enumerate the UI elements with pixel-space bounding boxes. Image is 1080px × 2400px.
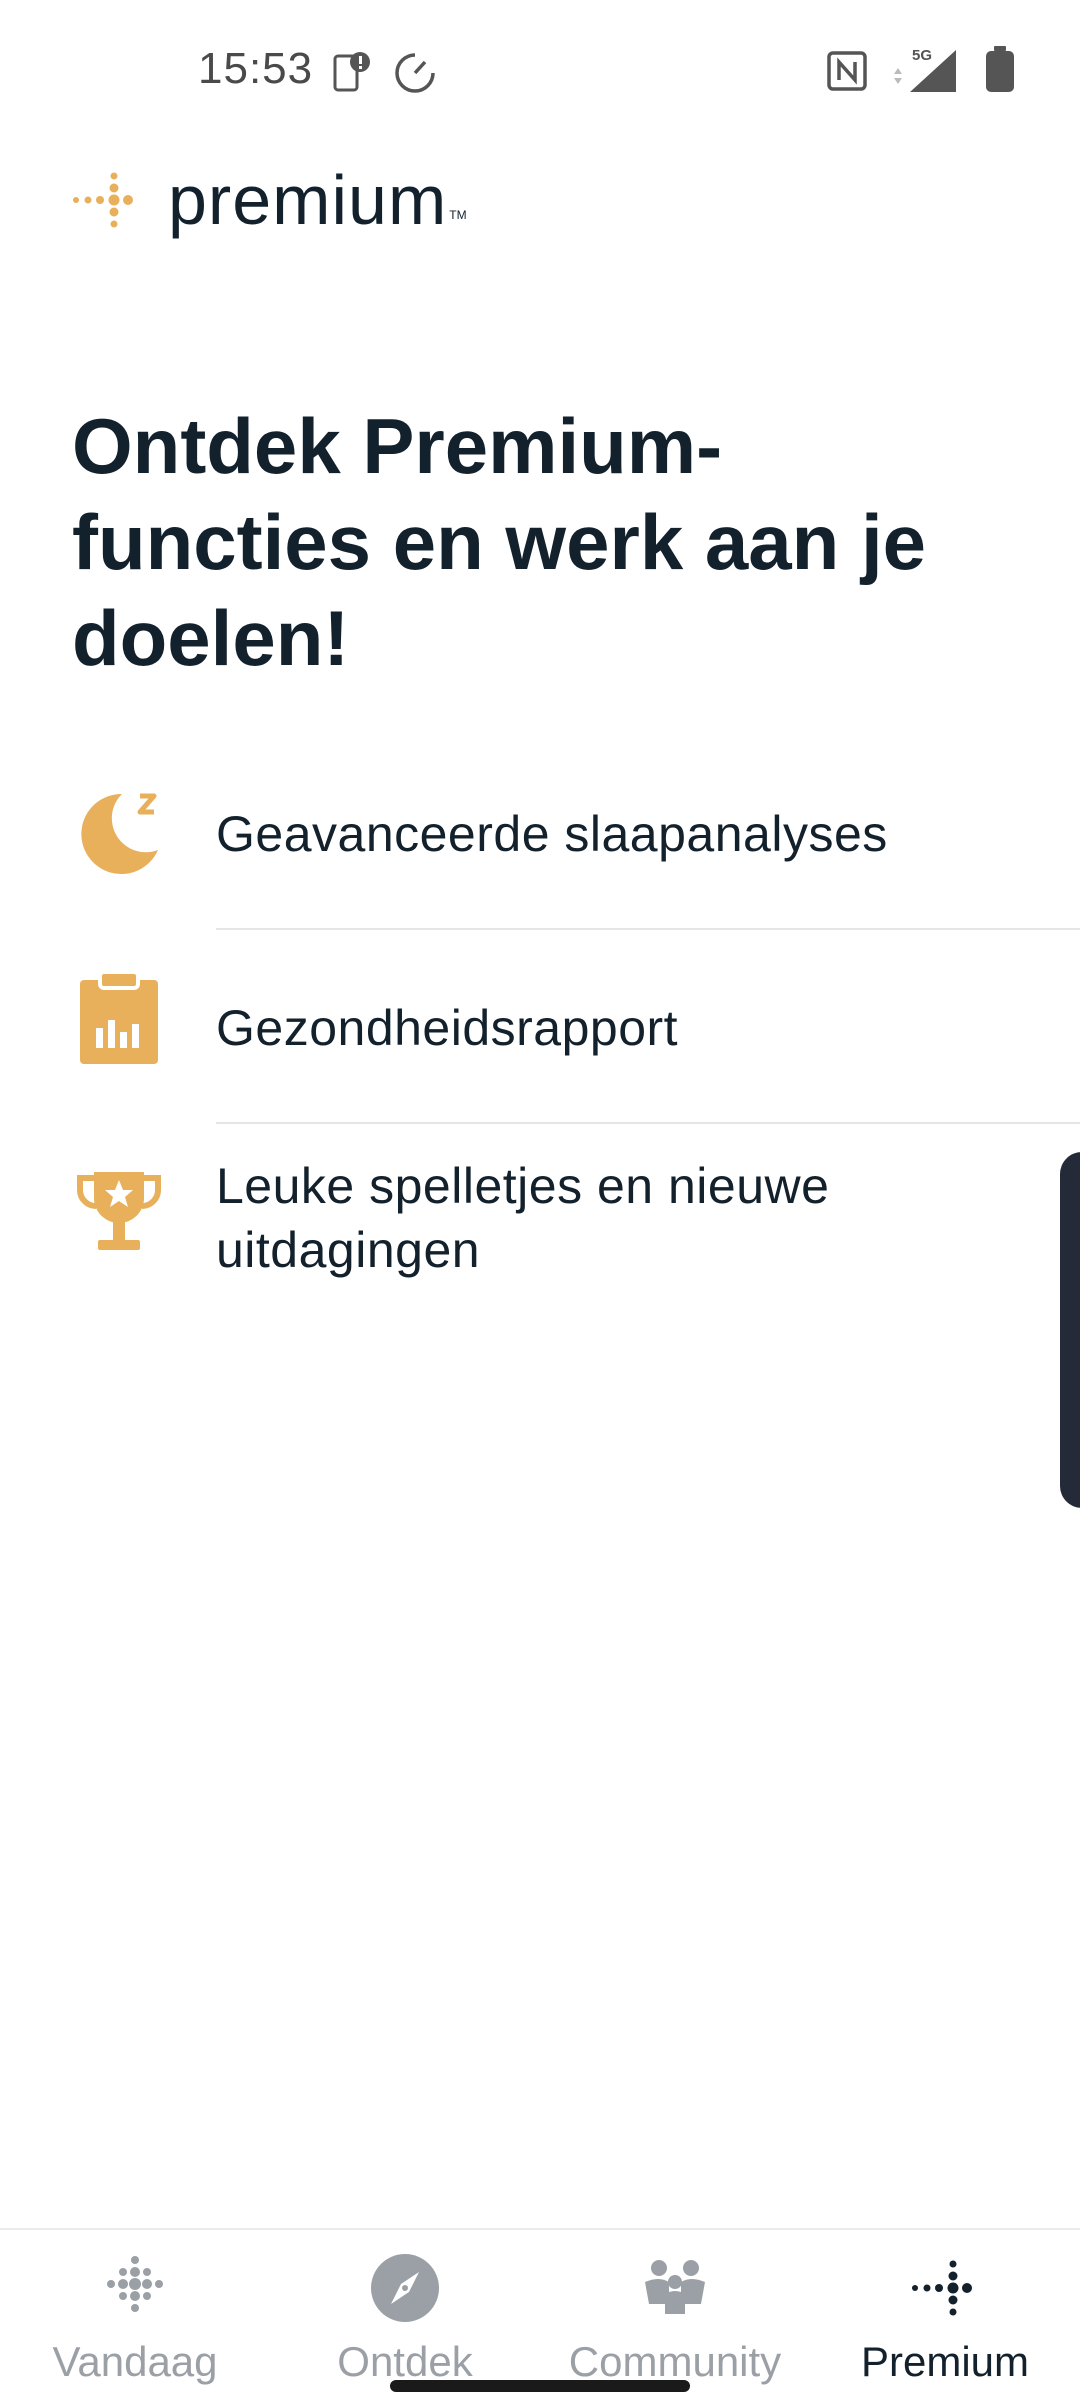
feature-label: Gezondheidsrapport xyxy=(216,1000,679,1056)
divider xyxy=(216,1122,1080,1124)
feature-item-health-report: Gezondheidsrapport xyxy=(0,954,1080,1148)
people-icon xyxy=(645,2260,705,2314)
nav-label: Premium xyxy=(860,2338,1030,2385)
svg-text:5G: 5G xyxy=(912,47,932,64)
logo-text: premium xyxy=(168,161,448,239)
nav-label: Ontdek xyxy=(337,2338,473,2385)
nav-item-vandaag[interactable]: Vandaag xyxy=(0,2244,270,2394)
logo-trademark: TM xyxy=(449,208,467,222)
clipboard-chart-icon xyxy=(80,970,158,1064)
nav-item-ontdek[interactable]: Ontdek xyxy=(270,2244,540,2394)
sync-icon xyxy=(395,53,435,93)
nav-item-premium[interactable]: Premium xyxy=(810,2244,1080,2394)
feature-label: Leuke spelletjes en nieuwe uitdagingen xyxy=(216,1158,830,1278)
feature-label: Geavanceerde slaapanalyses xyxy=(216,806,888,862)
feature-item-challenges: Leuke spelletjes en nieuwe uitdagingen xyxy=(0,1148,1080,1342)
nav-item-community[interactable]: Community xyxy=(540,2244,810,2394)
feature-list: Geavanceerde slaapanalyses Gezondheidsra… xyxy=(0,760,1080,1342)
premium-dots-icon xyxy=(73,172,133,228)
feature-item-sleep: Geavanceerde slaapanalyses xyxy=(0,760,1080,954)
nav-label: Community xyxy=(568,2338,782,2385)
status-time: 15:53 xyxy=(198,44,314,93)
screen: 15:53 5G premium TM Ontdek Premium-funct… xyxy=(0,0,1080,2400)
moon-sleep-icon xyxy=(81,793,158,874)
battery-icon xyxy=(986,46,1014,92)
nfc-icon xyxy=(827,51,867,91)
nav-label: Vandaag xyxy=(52,2338,218,2385)
notification-icon xyxy=(333,52,370,92)
trophy-icon xyxy=(77,1172,161,1250)
page-title: Ontdek Premium-functies en werk aan je d… xyxy=(72,402,927,682)
signal-icon: 5G xyxy=(894,47,956,92)
bottom-navigation: Vandaag Ontdek Community Premium xyxy=(0,2228,1080,2400)
status-bar: 15:53 5G xyxy=(0,0,1080,140)
premium-logo: premium TM xyxy=(70,160,467,240)
premium-dots-icon xyxy=(912,2260,972,2316)
divider xyxy=(216,928,1080,930)
compass-icon xyxy=(371,2254,439,2322)
dots-grid-icon xyxy=(107,2256,163,2312)
side-panel-handle[interactable] xyxy=(1060,1152,1080,1508)
home-indicator[interactable] xyxy=(390,2380,690,2392)
